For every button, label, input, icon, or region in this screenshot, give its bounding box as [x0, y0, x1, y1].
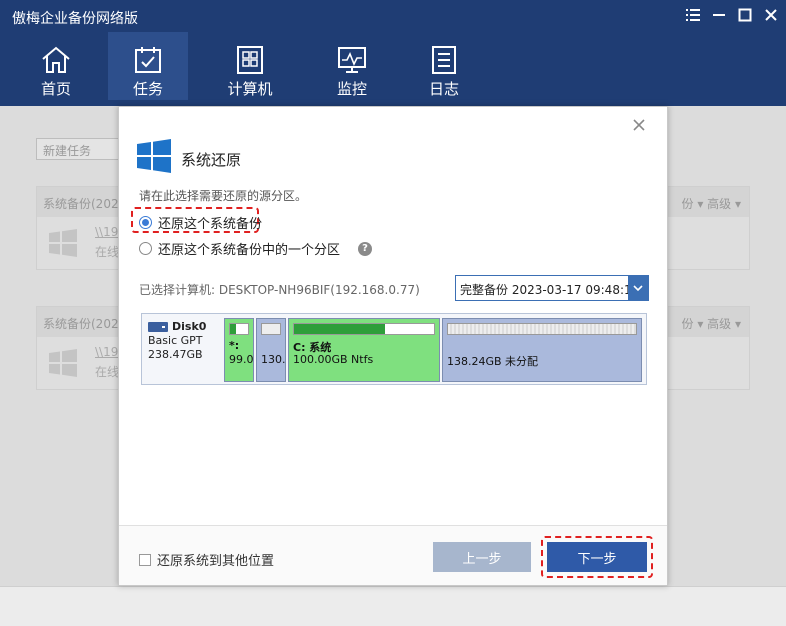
- nav-computer-label: 计算机: [227, 80, 273, 98]
- option-restore-partition[interactable]: 还原这个系统备份中的一个分区 ?: [139, 239, 373, 258]
- close-icon[interactable]: [762, 6, 780, 24]
- partition-size: 99.0: [229, 353, 254, 366]
- status-bar: [0, 586, 786, 626]
- nav-home-label: 首页: [40, 80, 71, 98]
- partition-usage-fill: [230, 324, 237, 334]
- dialog-footer: 还原系统到其他位置 上一步 下一步: [119, 525, 667, 585]
- bg-task-title: 系统备份(202: [43, 317, 119, 331]
- disk-info: Disk0 Basic GPT 238.47GB: [148, 320, 206, 362]
- window-controls: [684, 6, 780, 24]
- task-icon: [135, 47, 161, 73]
- maximize-icon[interactable]: [736, 6, 754, 24]
- bg-task-actions[interactable]: 份 ▾ 高级 ▾: [682, 315, 742, 332]
- option-restore-backup-label: 还原这个系统备份: [158, 217, 263, 232]
- radio-restore-partition[interactable]: [139, 242, 152, 255]
- windows-logo-icon: [49, 349, 77, 377]
- disk-type: Basic GPT: [148, 334, 203, 347]
- log-icon: [432, 46, 456, 74]
- nav-monitor[interactable]: 监控: [312, 32, 392, 100]
- disk-name-label: Disk0: [172, 320, 207, 333]
- partition[interactable]: 138.24GB 未分配: [442, 318, 642, 382]
- disk-icon: [148, 322, 168, 332]
- dialog-subtitle: 请在此选择需要还原的源分区。: [139, 189, 308, 203]
- windows-logo-icon: [49, 229, 77, 257]
- main-nav: 首页 任务 计算机 监控 日志: [0, 32, 786, 106]
- partition[interactable]: C: 系统 100.00GB Ntfs: [288, 318, 440, 382]
- dialog-title: 系统还原: [181, 151, 242, 169]
- backup-version-select[interactable]: 完整备份 2023-03-17 09:48:18: [455, 275, 649, 301]
- computer-icon: [237, 46, 263, 74]
- restore-other-label: 还原系统到其他位置: [157, 554, 275, 569]
- partition-usage-bar: [293, 323, 435, 335]
- minimize-icon[interactable]: [710, 6, 728, 24]
- partition-size: 138.24GB 未分配: [447, 355, 539, 368]
- disk-map: Disk0 Basic GPT 238.47GB *: 99.0 130. C:…: [141, 313, 647, 385]
- nav-home[interactable]: 首页: [16, 32, 96, 100]
- new-task-button[interactable]: 新建任务: [36, 138, 122, 160]
- restore-other-checkbox[interactable]: [139, 553, 151, 566]
- title-bar: 傲梅企业备份网络版: [0, 0, 786, 32]
- bg-task-path: \\19: [95, 345, 119, 359]
- partition-label: *:: [229, 339, 240, 352]
- menu-icon[interactable]: [684, 6, 702, 24]
- prev-button[interactable]: 上一步: [433, 542, 531, 572]
- bg-task-status: 在线: [95, 365, 120, 379]
- restore-other-location[interactable]: 还原系统到其他位置: [139, 550, 274, 569]
- next-button[interactable]: 下一步: [547, 542, 647, 572]
- nav-computer[interactable]: 计算机: [210, 32, 290, 100]
- help-icon[interactable]: ?: [358, 241, 373, 256]
- selected-computer: 已选择计算机: DESKTOP-NH96BIF(192.168.0.77): [139, 283, 420, 297]
- partition-size: 130.: [261, 353, 286, 366]
- home-icon: [42, 46, 70, 73]
- bg-task-status: 在线: [95, 245, 120, 259]
- partition-usage-bar: [447, 323, 637, 335]
- nav-task[interactable]: 任务: [108, 32, 188, 100]
- partition-usage-bar: [261, 323, 281, 335]
- disk-size: 238.47GB: [148, 348, 203, 361]
- radio-restore-backup[interactable]: [139, 216, 152, 229]
- nav-monitor-label: 监控: [336, 80, 367, 98]
- system-restore-dialog: 系统还原 请在此选择需要还原的源分区。 还原这个系统备份 还原这个系统备份中的一…: [118, 106, 668, 586]
- disk-name: Disk0: [148, 320, 206, 334]
- chevron-down-icon[interactable]: [628, 276, 648, 300]
- option-restore-partition-label: 还原这个系统备份中的一个分区: [158, 243, 341, 258]
- bg-task-path: \\19: [95, 225, 119, 239]
- bg-task-actions[interactable]: 份 ▾ 高级 ▾: [682, 195, 742, 212]
- partition-size: 100.00GB Ntfs: [293, 353, 374, 366]
- monitor-icon: [338, 47, 366, 73]
- partition[interactable]: *: 99.0: [224, 318, 254, 382]
- nav-log[interactable]: 日志: [404, 32, 484, 100]
- app-title: 傲梅企业备份网络版: [12, 11, 138, 27]
- windows-logo-icon: [137, 139, 171, 173]
- nav-task-label: 任务: [132, 80, 163, 98]
- backup-version-value: 完整备份 2023-03-17 09:48:18: [460, 283, 628, 297]
- nav-log-label: 日志: [428, 80, 459, 98]
- bg-task-title: 系统备份(202: [43, 197, 119, 211]
- partition-usage-fill: [294, 324, 385, 334]
- partition[interactable]: 130.: [256, 318, 286, 382]
- partition-usage-bar: [229, 323, 249, 335]
- dialog-close-icon[interactable]: [631, 117, 647, 133]
- option-restore-backup[interactable]: 还原这个系统备份: [139, 213, 262, 232]
